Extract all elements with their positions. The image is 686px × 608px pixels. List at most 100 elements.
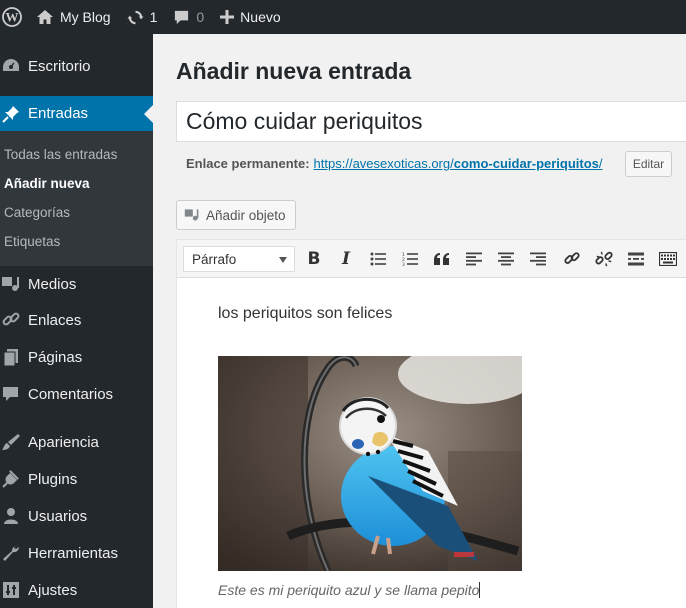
user-icon [0,505,22,527]
image-caption: Este es mi periquito azul y se llama pep… [218,582,481,598]
plus-icon [220,10,235,24]
svg-text:3: 3 [402,262,405,266]
site-name-link[interactable]: My Blog [28,0,119,34]
text-cursor [479,582,481,598]
menu-item-apariencia[interactable]: Apariencia [0,428,153,456]
insert-link-button[interactable] [561,248,583,270]
menu-item-usuarios[interactable]: Usuarios [0,502,153,530]
align-center-button[interactable] [495,248,517,270]
new-content-link[interactable]: Nuevo [212,0,288,34]
chevron-down-icon [279,257,287,263]
submenu-categorias[interactable]: Categorías [4,205,70,220]
caption-text: Este es mi periquito azul y se llama pep… [218,582,480,598]
new-content-label: Nuevo [240,9,281,25]
menu-item-escritorio[interactable]: Escritorio [0,52,153,80]
menu-item-entradas[interactable]: Entradas [0,96,153,131]
submenu-anadir-nueva[interactable]: Añadir nueva [4,176,90,191]
svg-text:W: W [6,10,19,25]
updates-link[interactable]: 1 [119,0,166,34]
add-media-button[interactable]: Añadir objeto [176,200,296,230]
parakeet-image[interactable] [218,356,522,571]
bold-icon: B [307,249,321,269]
menu-label: Ajustes [28,581,78,599]
pin-icon [0,103,22,125]
align-right-icon [530,252,546,266]
link-icon [564,252,580,264]
permalink-base: https://avesexoticas.org/ [313,156,454,171]
pages-icon [0,346,22,368]
submenu-todas-las-entradas[interactable]: Todas las entradas [4,147,117,162]
menu-item-medios[interactable]: Medios [0,270,153,298]
bullet-list-button[interactable] [367,248,389,270]
blockquote-button[interactable] [431,248,453,270]
menu-label: Comentarios [28,385,114,403]
permalink-link[interactable]: https://avesexoticas.org/como-cuidar-per… [314,156,603,171]
italic-button[interactable]: I [335,248,357,270]
admin-sidebar: Escritorio Entradas Todas las entradas A… [0,34,153,608]
permalink-row: Enlace permanente: https://avesexoticas.… [186,156,603,171]
main-content: Añadir nueva entrada Enlace permanente: … [153,34,686,608]
home-icon [37,10,53,24]
edit-permalink-button[interactable]: Editar [625,151,672,177]
wordpress-icon: W [2,7,22,27]
menu-item-paginas[interactable]: Páginas [0,343,153,371]
post-title-input[interactable] [186,108,686,135]
numbered-list-button[interactable]: 123 [399,248,421,270]
paragraph-text: los periquitos son felices [218,305,393,322]
site-name-label: My Blog [60,9,111,25]
updates-icon [127,10,144,24]
page-title: Añadir nueva entrada [176,58,412,84]
align-left-button[interactable] [463,248,485,270]
remove-link-button[interactable] [593,248,615,270]
link-icon [0,309,22,331]
media-icon [0,273,22,295]
toolbar-toggle-button[interactable] [657,248,679,270]
active-indicator [144,104,153,123]
format-select[interactable]: Párrafo [183,246,295,272]
editor-toolbar: Párrafo B I 123 [177,240,686,278]
menu-label: Páginas [28,348,83,366]
read-more-icon [628,252,644,266]
settings-icon [0,579,22,601]
submenu-etiquetas[interactable]: Etiquetas [4,234,60,249]
wrench-icon [0,542,22,564]
menu-item-herramientas[interactable]: Herramientas [0,539,153,567]
menu-label: Medios [28,275,77,293]
read-more-button[interactable] [625,248,647,270]
brush-icon [0,431,22,453]
menu-label: Escritorio [28,57,91,75]
permalink-slug: como-cuidar-periquitos [453,156,599,171]
menu-label: Usuarios [28,507,88,525]
menu-item-plugins[interactable]: Plugins [0,465,153,493]
wordpress-logo-button[interactable]: W [0,0,28,34]
numbered-list-icon: 123 [402,252,418,266]
admin-bar: W My Blog 1 0 Nuevo [0,0,686,34]
align-left-icon [466,252,482,266]
comments-count: 0 [196,9,205,25]
bullet-list-icon [370,252,386,266]
comment-bubble-icon [175,10,189,24]
format-select-value: Párrafo [192,251,237,267]
menu-item-comentarios[interactable]: Comentarios [0,380,153,408]
italic-icon: I [342,249,350,269]
editor-content[interactable]: los periquitos son felices Este es mi pe… [177,278,686,608]
menu-label: Herramientas [28,544,119,562]
menu-item-ajustes[interactable]: Ajustes [0,576,153,604]
align-right-button[interactable] [527,248,549,270]
wordpress-admin: W My Blog 1 0 Nuevo Escritorio Entradas … [0,0,686,608]
menu-item-enlaces[interactable]: Enlaces [0,306,153,334]
permalink-label: Enlace permanente: [186,156,310,171]
menu-label: Plugins [28,470,78,488]
post-title-box [176,101,686,142]
menu-label: Entradas [28,105,89,122]
keyboard-icon [659,252,677,266]
quote-icon [434,253,449,265]
post-editor: Párrafo B I 123 los periquitos son felic… [176,239,686,608]
permalink-trailing: / [598,156,603,171]
menu-label: Apariencia [28,433,99,451]
bold-button[interactable]: B [303,248,325,270]
dashboard-icon [0,55,22,77]
plug-icon [0,468,22,490]
comment-icon [0,383,22,405]
comments-link[interactable]: 0 [165,0,212,34]
